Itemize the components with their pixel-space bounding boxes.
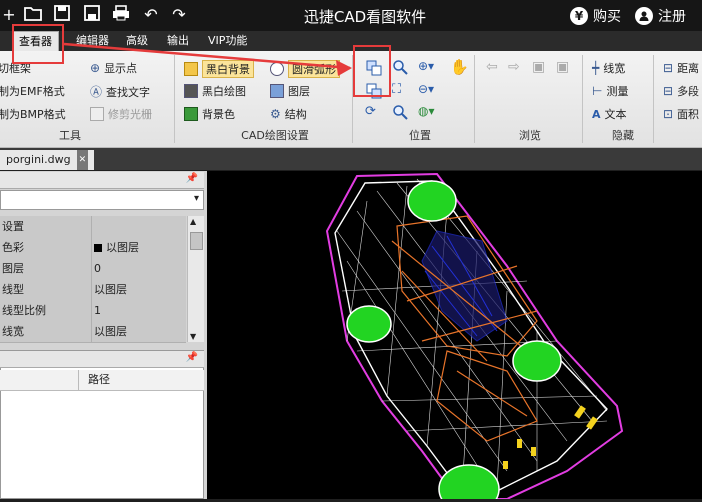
annotation-arrow bbox=[63, 42, 352, 76]
